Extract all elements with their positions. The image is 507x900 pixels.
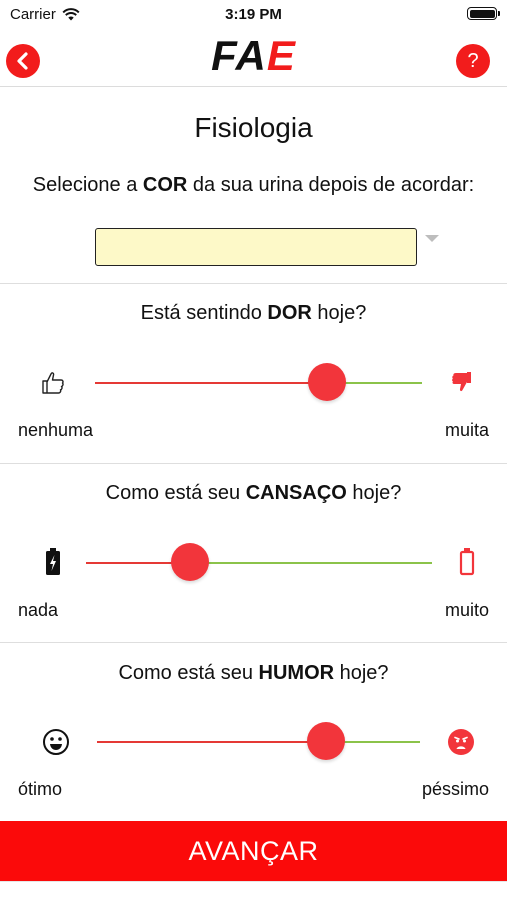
mood-min-label: ótimo (18, 779, 63, 799)
pain-slider-track[interactable] (95, 382, 422, 384)
status-bar: Carrier 3:19 PM (0, 0, 507, 30)
app-header: FAE ? (0, 30, 507, 87)
divider (0, 283, 507, 284)
status-time: 3:19 PM (225, 6, 282, 23)
sad-face-icon (446, 727, 476, 757)
help-icon: ? (467, 49, 479, 72)
pain-max-label: muita (444, 420, 489, 440)
tiredness-slider-thumb[interactable] (170, 543, 209, 581)
battery-icon (467, 7, 500, 20)
pain-min-label: nenhuma (18, 420, 94, 440)
urine-color-select[interactable] (95, 228, 417, 266)
urine-color-prompt: Selecione a COR da sua urina depois de a… (32, 174, 475, 196)
thumbs-up-icon (38, 367, 68, 397)
tiredness-min-label: nada (18, 600, 59, 620)
battery-empty-icon (454, 546, 480, 578)
divider (0, 881, 507, 882)
chevron-down-icon[interactable] (425, 235, 439, 242)
app-logo: FAE (211, 32, 296, 79)
advance-button[interactable]: AVANÇAR (0, 821, 507, 881)
mood-max-label: péssimo (421, 779, 489, 799)
mood-prompt: Como está seu HUMOR hoje? (118, 662, 389, 684)
happy-face-icon (41, 727, 71, 757)
pain-prompt: Está sentindo DOR hoje? (140, 302, 367, 324)
thumbs-down-icon (446, 367, 476, 397)
tiredness-max-label: muito (444, 600, 489, 620)
battery-charging-icon (40, 546, 66, 578)
mood-slider-thumb[interactable] (307, 722, 346, 760)
help-button[interactable]: ? (456, 44, 490, 78)
pain-slider-thumb[interactable] (308, 363, 347, 401)
divider (0, 642, 507, 643)
mood-slider-track[interactable] (97, 741, 420, 743)
divider (0, 463, 507, 464)
advance-button-label: AVANÇAR (188, 835, 319, 866)
page-title: Fisiologia (194, 112, 313, 143)
tiredness-prompt: Como está seu CANSAÇO hoje? (105, 482, 402, 504)
tiredness-slider-track[interactable] (86, 562, 432, 564)
